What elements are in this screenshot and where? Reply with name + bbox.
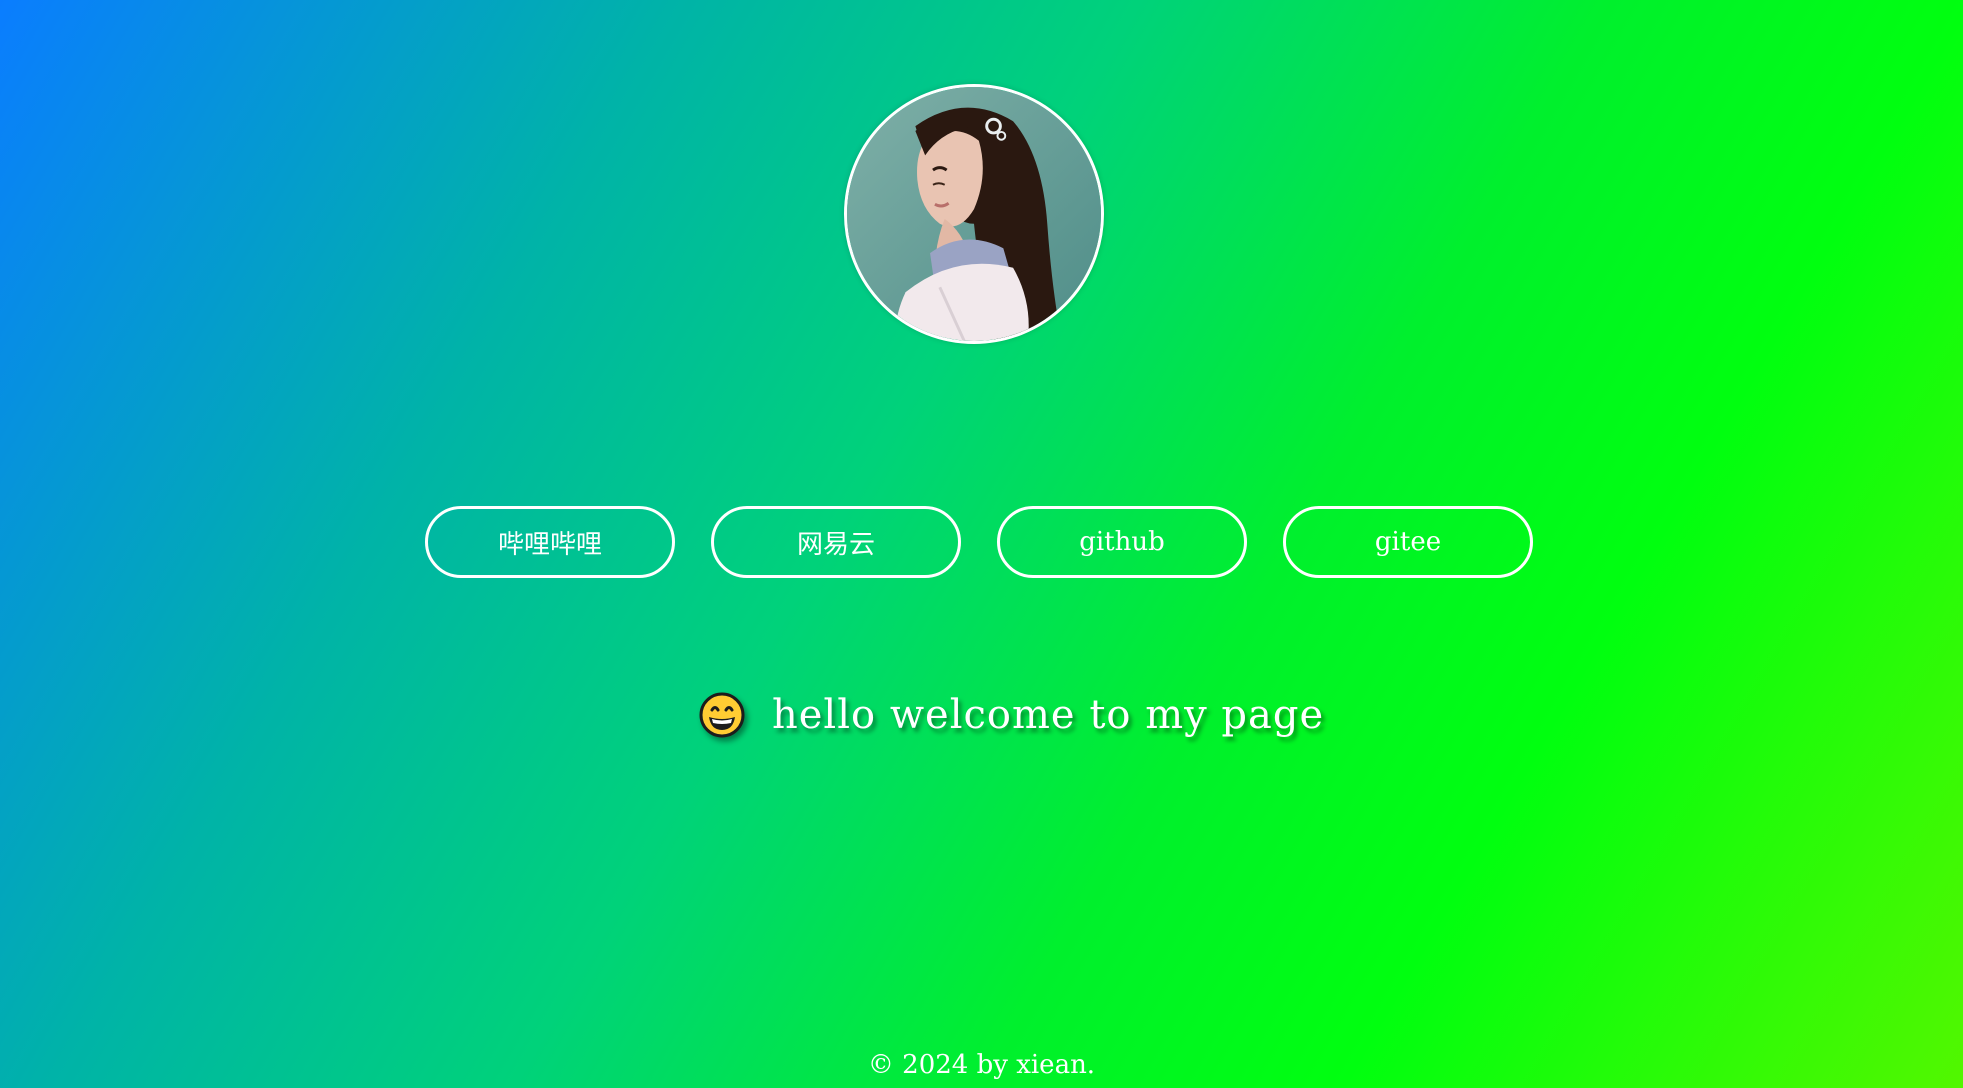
profile-photo <box>847 87 1101 341</box>
link-button-gitee[interactable]: gitee <box>1283 506 1533 578</box>
link-button-github[interactable]: github <box>997 506 1247 578</box>
grinning-face-icon <box>698 691 746 739</box>
greeting: hello welcome to my page <box>698 684 1324 746</box>
link-button-bilibili[interactable]: 哔哩哔哩 <box>425 506 675 578</box>
footer-copyright: © 2024 by xiean. <box>867 1050 1096 1080</box>
greeting-text: hello welcome to my page <box>772 692 1325 738</box>
avatar <box>844 84 1104 344</box>
link-button-netease-music[interactable]: 网易云 <box>711 506 961 578</box>
